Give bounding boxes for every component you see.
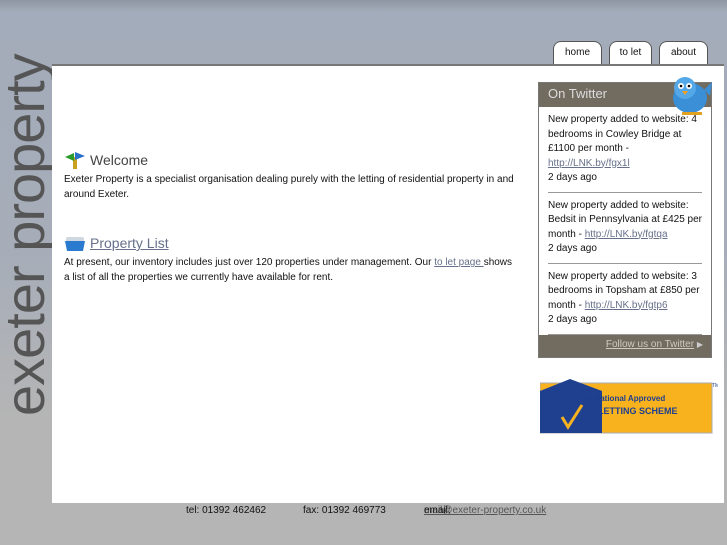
footer-tel: tel: 01392 462462 bbox=[186, 505, 267, 516]
letting-scheme-badge: The National Approved LETTING SCHEME TM bbox=[539, 379, 719, 440]
follow-twitter-link[interactable]: Follow us on Twitter bbox=[606, 339, 694, 350]
welcome-title: Welcome bbox=[90, 152, 149, 168]
welcome-section: Welcome Exeter Property is a specialist … bbox=[64, 150, 514, 202]
site-logo: exeter property bbox=[0, 54, 56, 416]
arrow-right-icon: ▶ bbox=[696, 339, 703, 349]
welcome-text: Exeter Property is a specialist organisa… bbox=[64, 174, 514, 200]
tweet-link[interactable]: http://LNK.by/fgtqa bbox=[585, 229, 668, 240]
tweet-time: 2 days ago bbox=[548, 172, 597, 183]
signpost-icon bbox=[65, 152, 85, 169]
tab-to-let[interactable]: to let bbox=[609, 41, 652, 65]
badge-tm: TM bbox=[712, 383, 718, 389]
tab-about[interactable]: about bbox=[659, 41, 708, 65]
twitter-bird-icon bbox=[673, 77, 712, 115]
tweet: New property added to website: 3 bedroom… bbox=[548, 264, 702, 335]
main-content: Welcome Exeter Property is a specialist … bbox=[52, 64, 724, 503]
text: At present, our inventory includes just … bbox=[64, 257, 435, 268]
tab-home[interactable]: home bbox=[553, 41, 602, 65]
footer-email-label: email: bbox=[424, 505, 451, 516]
badge-line2: LETTING SCHEME bbox=[598, 406, 678, 416]
property-list-text: At present, our inventory includes just … bbox=[64, 255, 514, 285]
tweet-link[interactable]: http://LNK.by/fgtp6 bbox=[585, 300, 668, 311]
tweet: New property added to website: Bedsit in… bbox=[548, 193, 702, 264]
badge-line1: The National Approved bbox=[578, 394, 665, 403]
box-icon bbox=[65, 237, 85, 251]
tweet-time: 2 days ago bbox=[548, 314, 597, 325]
twitter-footer: Follow us on Twitter ▶ bbox=[539, 334, 711, 357]
property-list-section: Property List At present, our inventory … bbox=[64, 233, 514, 285]
to-let-page-link[interactable]: to let page bbox=[434, 257, 483, 268]
tweet-time: 2 days ago bbox=[548, 243, 597, 254]
property-list-link[interactable]: Property List bbox=[90, 235, 169, 251]
nav-tabs: home to let about bbox=[553, 41, 708, 65]
twitter-widget: On Twitter New property added to website… bbox=[538, 82, 712, 358]
tweet-text: New property added to website: 4 bedroom… bbox=[548, 114, 697, 154]
tweet-link[interactable]: http://LNK.by/fgx1l bbox=[548, 158, 630, 169]
footer-fax: fax: 01392 469773 bbox=[303, 505, 386, 516]
